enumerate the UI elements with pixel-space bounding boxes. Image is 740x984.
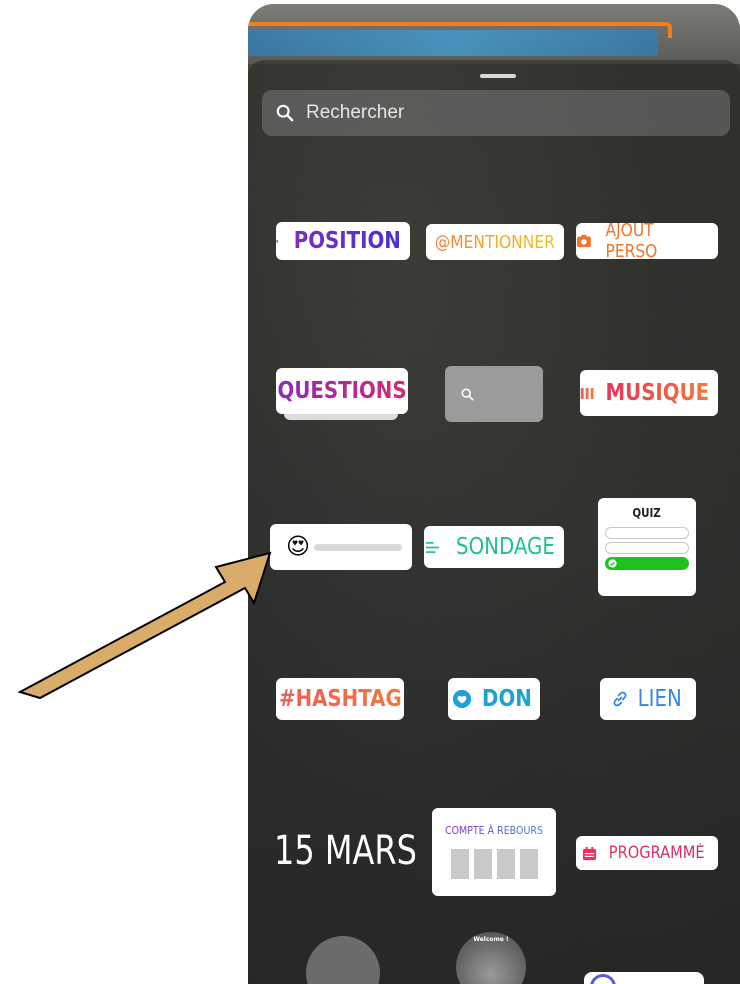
sticker-mention-label: @MENTIONNER — [434, 231, 556, 253]
calendar-icon — [582, 846, 596, 860]
quiz-option-1 — [605, 527, 689, 539]
partial-ring-icon — [590, 974, 616, 984]
sticker-quiz[interactable]: QUIZ — [598, 498, 696, 596]
countdown-box — [450, 849, 469, 879]
sticker-compte-a-rebours[interactable]: COMPTE À REBOURS — [432, 808, 556, 896]
arrow-shape — [17, 551, 272, 700]
sticker-compte-a-rebours-label: COMPTE À REBOURS — [445, 824, 543, 837]
sticker-partial-left[interactable] — [306, 936, 380, 984]
quiz-option-correct — [605, 557, 689, 570]
welcome-label: Welcome ! — [473, 936, 509, 943]
sticker-gif-search[interactable] — [445, 366, 543, 422]
sticker-date[interactable]: 15 MARS — [274, 828, 417, 874]
heart-icon — [452, 689, 472, 709]
sticker-welcome-photo[interactable]: Welcome ! — [456, 932, 526, 984]
countdown-digits — [450, 849, 538, 879]
search-input[interactable] — [304, 101, 708, 125]
sticker-lien[interactable]: LIEN — [600, 678, 696, 720]
sticker-hashtag[interactable]: #HASHTAG — [276, 678, 404, 720]
sticker-programme[interactable]: PROGRAMMÉ — [576, 836, 718, 870]
sticker-lien-label: LIEN — [637, 686, 682, 712]
sticker-programme-label: PROGRAMMÉ — [608, 843, 705, 863]
sticker-don[interactable]: DON — [448, 678, 540, 720]
sticker-quiz-label: QUIZ — [632, 506, 662, 520]
search-icon — [276, 104, 294, 122]
sticker-sondage-label: SONDAGE — [456, 534, 555, 560]
poll-lines-icon — [426, 541, 440, 553]
quiz-option-2 — [605, 542, 689, 554]
countdown-box — [473, 849, 492, 879]
sticker-hashtag-label: #HASHTAG — [278, 686, 402, 712]
location-pin-icon — [276, 239, 279, 243]
sticker-position-label: POSITION — [294, 228, 402, 254]
sticker-tray: POSITION @MENTIONNER AJOUT PERSO QUESTIO… — [248, 60, 740, 984]
heart-eyes-emoji: 😍 — [286, 533, 310, 560]
search-bar[interactable] — [262, 90, 730, 136]
background-photo — [248, 4, 740, 64]
drag-handle[interactable] — [480, 74, 516, 78]
countdown-box — [519, 849, 538, 879]
sticker-partial-right[interactable] — [584, 972, 704, 984]
link-icon — [613, 691, 627, 707]
sticker-ajout-perso[interactable]: AJOUT PERSO — [576, 220, 718, 262]
sticker-musique[interactable]: MUSIQUE — [580, 370, 718, 416]
sticker-musique-label: MUSIQUE — [605, 380, 710, 406]
sticker-mention[interactable]: @MENTIONNER — [426, 224, 564, 260]
sticker-emoji-slider[interactable]: 😍 — [270, 524, 412, 570]
sticker-sondage[interactable]: SONDAGE — [424, 526, 564, 568]
camera-icon — [576, 234, 591, 248]
sticker-questions[interactable]: QUESTIONS — [276, 368, 408, 414]
photo-orange-line — [248, 22, 672, 38]
sticker-position[interactable]: POSITION — [276, 222, 410, 260]
sticker-don-label: DON — [482, 686, 532, 712]
sticker-ajout-perso-label: AJOUT PERSO — [605, 220, 658, 262]
sticker-questions-label: QUESTIONS — [277, 378, 407, 404]
countdown-box — [496, 849, 515, 879]
music-bars-icon — [580, 387, 594, 399]
search-icon — [461, 388, 474, 401]
check-circle-icon — [608, 559, 617, 568]
phone-screen: POSITION @MENTIONNER AJOUT PERSO QUESTIO… — [248, 4, 740, 984]
slider-track — [313, 543, 402, 551]
